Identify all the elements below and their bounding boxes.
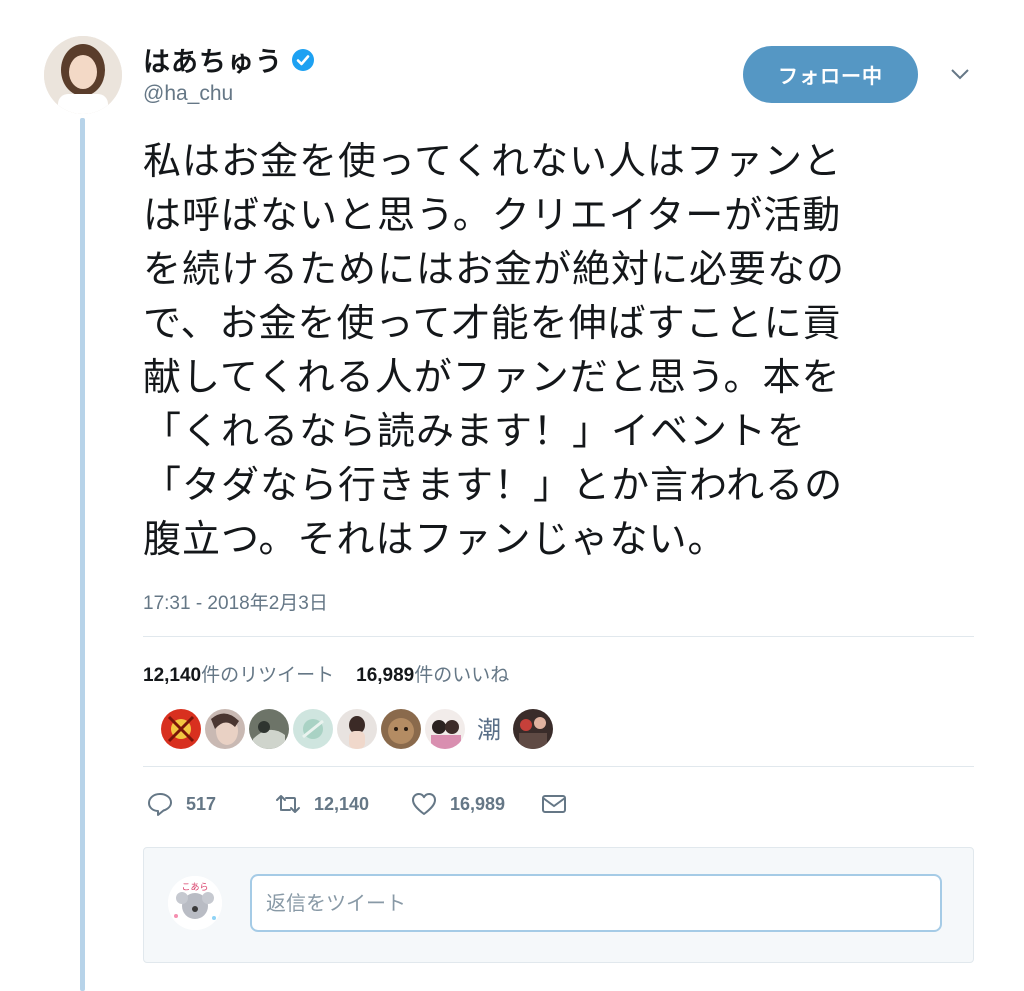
liker-avatar[interactable]: 潮 bbox=[469, 709, 509, 749]
tweet-actions: 517 12,140 16,989 bbox=[146, 790, 568, 818]
divider bbox=[143, 766, 974, 767]
retweets-stat[interactable]: 12,140件のリツイート bbox=[143, 660, 334, 687]
liker-avatar[interactable] bbox=[425, 709, 465, 749]
retweet-action[interactable]: 12,140 bbox=[274, 790, 410, 818]
verified-badge-icon bbox=[292, 48, 314, 71]
tweet-text: 私はお金を使ってくれない人はファンと は呼ばないと思う。クリエイターが活動 を続… bbox=[143, 139, 846, 561]
reply-icon bbox=[148, 793, 172, 816]
liker-avatar[interactable] bbox=[337, 709, 377, 749]
like-count: 16,989 bbox=[450, 793, 506, 814]
liker-avatar[interactable] bbox=[161, 709, 201, 749]
svg-text:潮: 潮 bbox=[477, 716, 501, 744]
retweet-count: 12,140 bbox=[314, 793, 370, 814]
svg-text:こあら: こあら bbox=[181, 882, 208, 893]
author-name[interactable]: はあちゅう bbox=[143, 40, 283, 79]
liker-avatar[interactable] bbox=[205, 709, 245, 749]
chevron-down-icon[interactable] bbox=[948, 62, 972, 86]
reply-input[interactable] bbox=[250, 874, 942, 932]
envelope-icon bbox=[542, 795, 566, 813]
heart-icon bbox=[412, 793, 436, 815]
tweet-timestamp[interactable]: 17:31 - 2018年2月3日 bbox=[143, 588, 328, 615]
author-handle[interactable]: @ha_chu bbox=[143, 82, 233, 106]
thread-line bbox=[80, 118, 85, 991]
engagement-stats: 12,140件のリツイート 16,989件のいいね bbox=[143, 660, 509, 687]
like-action[interactable]: 16,989 bbox=[410, 790, 540, 818]
following-button[interactable]: フォロー中 bbox=[743, 46, 918, 103]
likes-stat[interactable]: 16,989件のいいね bbox=[356, 660, 509, 687]
likes-stat-count: 16,989 bbox=[356, 665, 415, 686]
author-name-row: はあちゅう bbox=[143, 40, 315, 79]
likes-stat-label: 件のいいね bbox=[414, 665, 510, 686]
retweet-icon bbox=[276, 795, 300, 813]
liker-avatar[interactable] bbox=[381, 709, 421, 749]
divider bbox=[143, 636, 974, 637]
reply-composer: こあら bbox=[143, 847, 974, 963]
liker-avatar[interactable] bbox=[513, 709, 553, 749]
likers-avatar-list: 潮 bbox=[161, 709, 553, 749]
direct-message-action[interactable] bbox=[540, 790, 568, 818]
current-user-avatar[interactable]: こあら bbox=[168, 876, 222, 930]
reply-action[interactable]: 517 bbox=[146, 790, 274, 818]
retweets-stat-label: 件のリツイート bbox=[201, 665, 335, 686]
reply-count: 517 bbox=[186, 793, 217, 814]
author-avatar[interactable] bbox=[44, 36, 122, 114]
liker-avatar[interactable] bbox=[249, 709, 289, 749]
liker-avatar[interactable] bbox=[293, 709, 333, 749]
retweets-stat-count: 12,140 bbox=[143, 665, 202, 686]
